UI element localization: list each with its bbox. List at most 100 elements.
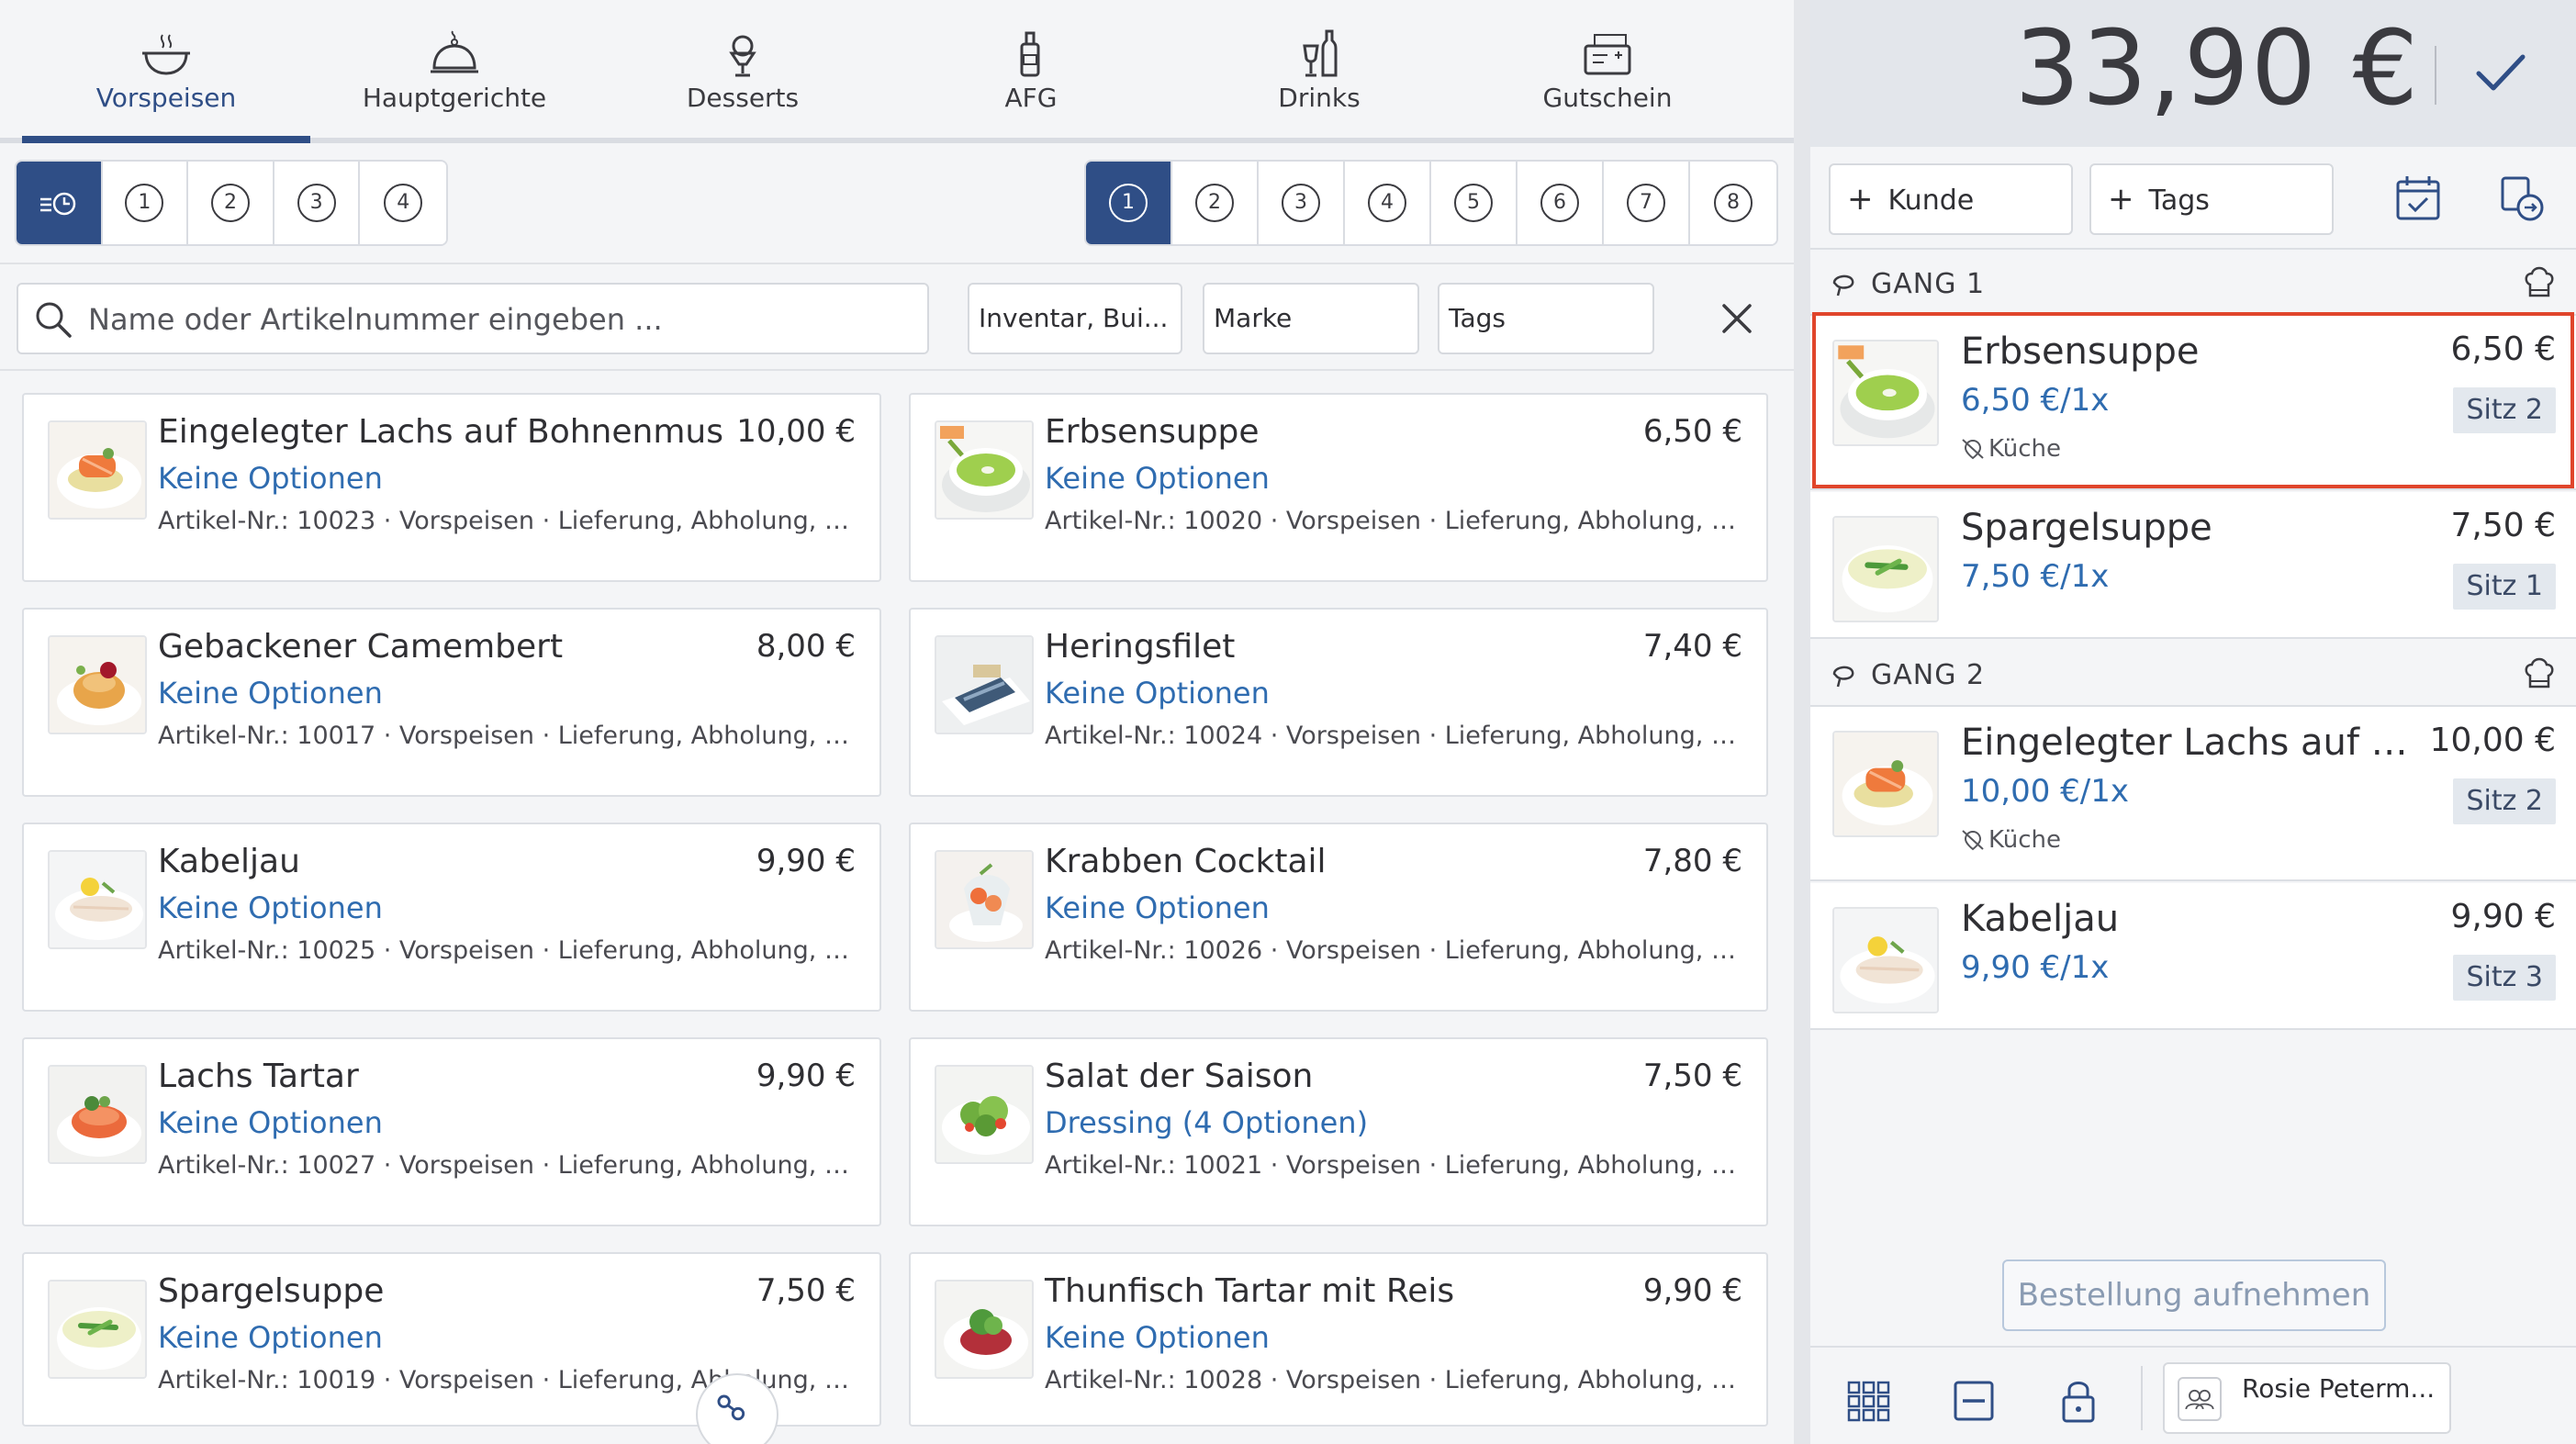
order-item-unit-price: 10,00 €/1x (1961, 773, 2129, 810)
course-icon (1832, 274, 1854, 297)
food-photo-cod (1832, 907, 1939, 1013)
grid-icon[interactable] (1843, 1375, 1895, 1427)
category-tab-drinks[interactable]: Drinks (1175, 0, 1463, 138)
product-price: 6,50 € (1642, 413, 1742, 450)
calendar-check-icon[interactable] (2385, 165, 2449, 233)
take-order-button[interactable]: Bestellung aufnehmen (2002, 1259, 2386, 1331)
product-options: Keine Optionen (158, 676, 383, 711)
seat-badge[interactable]: Sitz 3 (2453, 955, 2556, 1001)
seat-filter-option[interactable]: 6 (1518, 162, 1604, 244)
user-chip[interactable]: Rosie Peterm... (2163, 1362, 2451, 1434)
food-photo-asparagus-soup (48, 1280, 147, 1379)
course-icon (1832, 666, 1854, 688)
course-filter-option[interactable]: 2 (188, 162, 274, 244)
seat-filter-option[interactable]: 8 (1690, 162, 1776, 244)
product-price: 7,40 € (1642, 628, 1742, 665)
product-name: Kabeljau (158, 843, 300, 880)
category-tab-vorspeisen[interactable]: Vorspeisen (22, 0, 310, 138)
order-item-name: Eingelegter Lachs auf Bo... (1961, 722, 2420, 764)
product-name: Lachs Tartar (158, 1058, 359, 1095)
product-card[interactable]: Heringsfilet 7,40 € Keine Optionen Artik… (909, 608, 1768, 797)
course-filter-option[interactable]: 1 (102, 162, 189, 244)
filter-row: Inventar, Bui... Marke Tags (0, 263, 1794, 371)
product-options: Keine Optionen (1045, 676, 1270, 711)
seat-badge[interactable]: Sitz 2 (2453, 778, 2556, 824)
product-card[interactable]: Gebackener Camembert 8,00 € Keine Option… (22, 608, 881, 797)
product-price: 9,90 € (756, 843, 856, 879)
wine-bottle-icon (1303, 29, 1338, 77)
course-filter-all[interactable] (17, 162, 103, 244)
order-item[interactable]: Kabeljau 9,90 € 9,90 €/1x Sitz 3 (1810, 883, 2576, 1030)
pane-divider[interactable] (1794, 0, 1810, 1444)
tags-filter[interactable]: Tags (1438, 283, 1654, 354)
product-card[interactable]: Thunfisch Tartar mit Reis 9,90 € Keine O… (909, 1252, 1768, 1427)
seat-filter-option[interactable]: 3 (1259, 162, 1345, 244)
add-tags-button[interactable]: + Tags (2089, 163, 2334, 235)
product-card[interactable]: Erbsensuppe 6,50 € Keine Optionen Artike… (909, 393, 1768, 582)
product-price: 7,80 € (1642, 843, 1742, 879)
product-card[interactable]: Eingelegter Lachs auf Bohnenmus 10,00 € … (22, 393, 881, 582)
course-label: GANG 1 (1871, 268, 1986, 300)
product-card[interactable]: Lachs Tartar 9,90 € Keine Optionen Artik… (22, 1037, 881, 1226)
seat-filter-option[interactable]: 7 (1604, 162, 1690, 244)
product-name: Spargelsuppe (158, 1272, 385, 1310)
inventory-filter[interactable]: Inventar, Bui... (968, 283, 1182, 354)
product-options: Keine Optionen (158, 1105, 383, 1140)
food-photo-salad (935, 1065, 1034, 1164)
category-tab-gutschein[interactable]: Gutschein (1463, 0, 1752, 138)
category-label: Desserts (686, 83, 800, 113)
cloche-icon (431, 30, 478, 73)
search-box[interactable] (17, 283, 929, 354)
product-meta: Artikel-Nr.: 10026 · Vorspeisen · Liefer… (1045, 936, 1746, 965)
close-icon[interactable] (1711, 286, 1763, 351)
seat-badge[interactable]: Sitz 1 (2453, 564, 2556, 610)
seat-filter-option[interactable]: 1 (1086, 162, 1172, 244)
food-photo-salmon (1832, 731, 1939, 837)
users-icon (2178, 1377, 2222, 1421)
product-card[interactable]: Salat der Saison 7,50 € Dressing (4 Opti… (909, 1037, 1768, 1226)
category-label: Gutschein (1542, 83, 1673, 113)
product-price: 9,90 € (1642, 1272, 1742, 1309)
seat-filter-option[interactable]: 5 (1431, 162, 1518, 244)
search-input[interactable] (88, 294, 914, 345)
product-price: 8,00 € (756, 628, 856, 665)
product-meta: Artikel-Nr.: 10023 · Vorspeisen · Liefer… (158, 507, 859, 535)
checkmark-icon[interactable] (2458, 37, 2541, 110)
category-tab-desserts[interactable]: Desserts (599, 0, 887, 138)
product-options: Keine Optionen (1045, 1320, 1270, 1355)
minus-box-icon[interactable] (1948, 1375, 1999, 1427)
product-options: Keine Optionen (158, 890, 383, 925)
chef-hat-icon[interactable] (2523, 264, 2556, 301)
seat-badge[interactable]: Sitz 2 (2453, 387, 2556, 433)
add-customer-button[interactable]: + Kunde (1829, 163, 2073, 235)
category-tab-hauptgerichte[interactable]: Hauptgerichte (310, 0, 599, 138)
seat-filter-option[interactable]: 4 (1345, 162, 1431, 244)
brand-filter[interactable]: Marke (1203, 283, 1419, 354)
course-header[interactable]: GANG 1 (1810, 250, 2576, 316)
total-bar: 33,90 € (1810, 0, 2576, 147)
product-card[interactable]: Krabben Cocktail 7,80 € Keine Optionen A… (909, 823, 1768, 1012)
order-item[interactable]: Erbsensuppe 6,50 € 6,50 €/1x Sitz 2 Küch… (1810, 316, 2576, 490)
plus-icon: + (1847, 181, 1874, 218)
course-filter-option[interactable]: 3 (274, 162, 361, 244)
lock-icon[interactable] (2053, 1375, 2104, 1427)
divider (2141, 1366, 2143, 1430)
category-tab-afg[interactable]: AFG (887, 0, 1175, 138)
product-price: 7,50 € (756, 1272, 856, 1309)
product-options: Keine Optionen (158, 461, 383, 496)
order-item-unit-price: 9,90 €/1x (1961, 949, 2110, 986)
station-label: Küche (1961, 826, 2061, 854)
ice-cream-icon (729, 35, 756, 77)
transfer-icon[interactable] (2490, 165, 2554, 233)
product-meta: Artikel-Nr.: 10028 · Vorspeisen · Liefer… (1045, 1366, 1746, 1394)
order-item[interactable]: Eingelegter Lachs auf Bo... 10,00 € 10,0… (1810, 707, 2576, 881)
active-tab-indicator (22, 136, 310, 143)
chef-hat-icon[interactable] (2523, 655, 2556, 692)
order-item[interactable]: Spargelsuppe 7,50 € 7,50 €/1x Sitz 1 (1810, 492, 2576, 639)
product-card[interactable]: Kabeljau 9,90 € Keine Optionen Artikel-N… (22, 823, 881, 1012)
seat-filter-option[interactable]: 2 (1172, 162, 1259, 244)
order-item-name: Spargelsuppe (1961, 507, 2212, 549)
food-photo-asparagus-soup (1832, 516, 1939, 622)
course-filter-option[interactable]: 4 (360, 162, 446, 244)
course-header[interactable]: GANG 2 (1810, 641, 2576, 707)
